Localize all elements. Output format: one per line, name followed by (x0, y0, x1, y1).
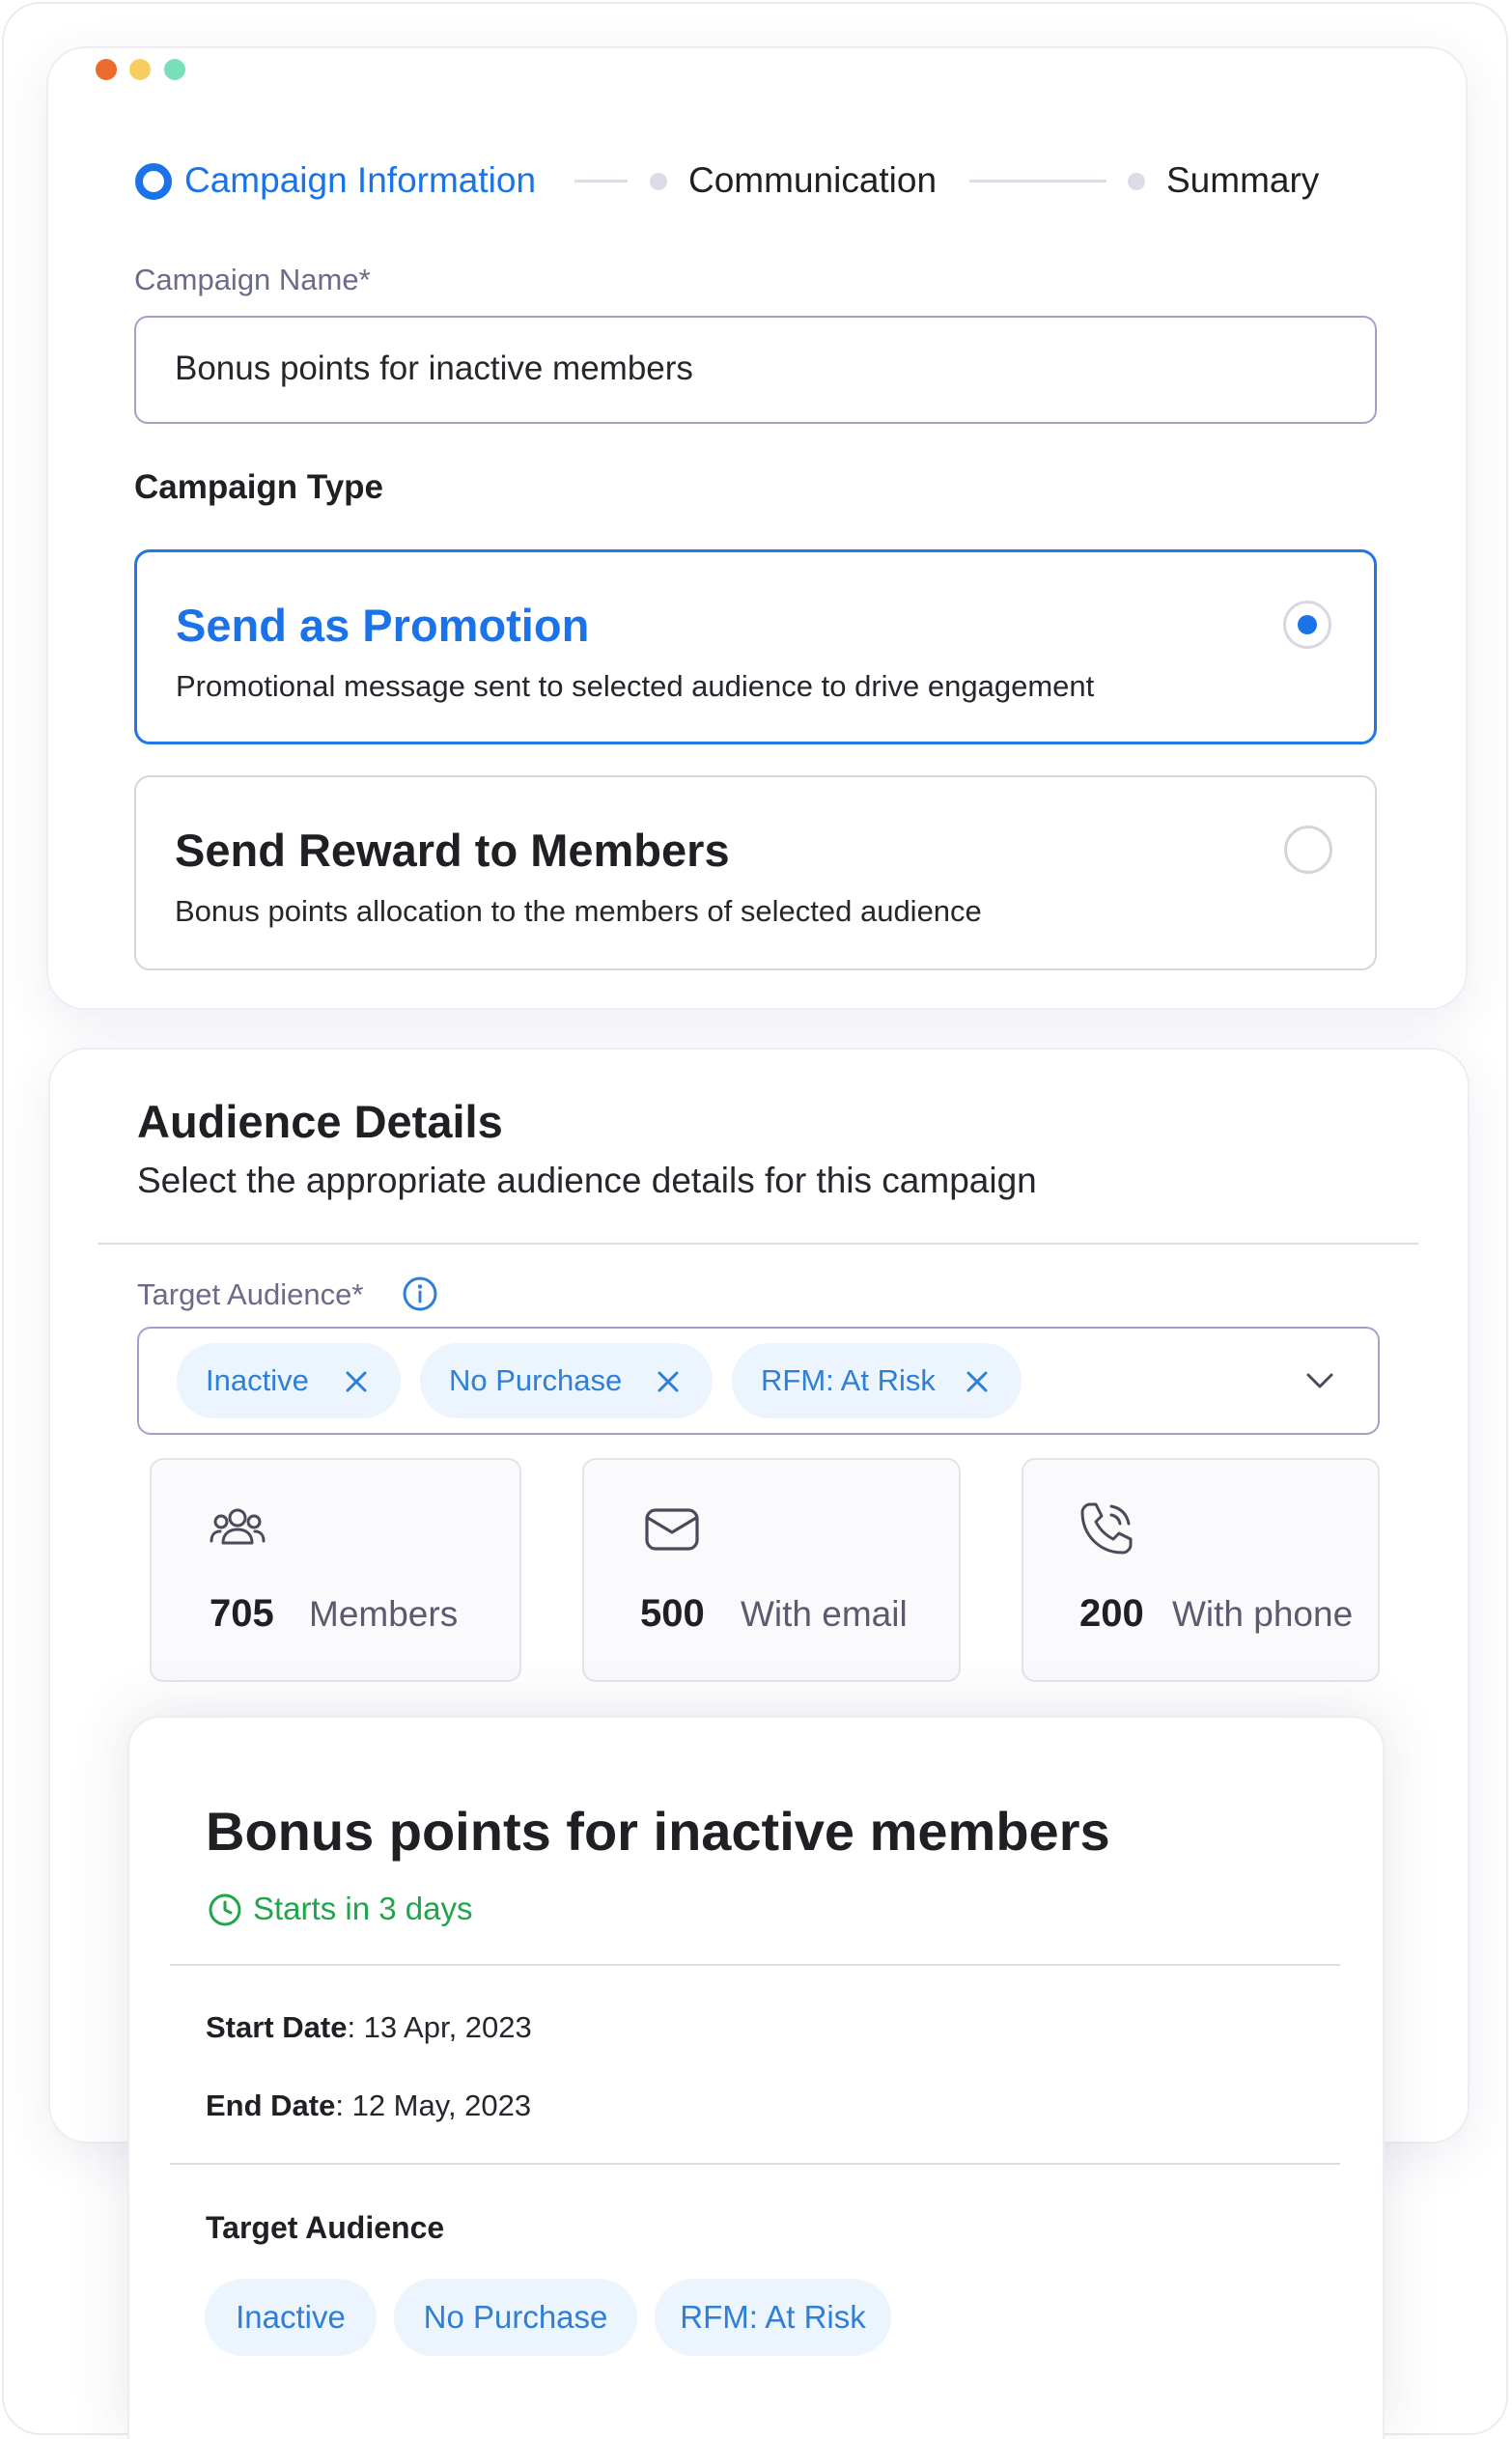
start-date-label: Start Date (206, 2010, 348, 2044)
stat-phone: 200 With phone (1022, 1458, 1380, 1682)
campaign-name-value: Bonus points for inactive members (175, 350, 693, 387)
summary-status: Starts in 3 days (253, 1891, 473, 1926)
stat-value: 705 (210, 1592, 274, 1635)
stat-label: Members (309, 1594, 459, 1634)
info-icon[interactable] (402, 1276, 438, 1312)
audience-heading: Audience Details (137, 1096, 503, 1147)
stat-label: With email (741, 1594, 908, 1634)
option-send-reward[interactable]: Send Reward to Members Bonus points allo… (134, 775, 1377, 970)
step-active-icon (135, 163, 172, 200)
target-audience-label: Target Audience* (137, 1277, 364, 1311)
members-icon (210, 1508, 266, 1545)
summary-divider (170, 1964, 1340, 1966)
email-icon (645, 1508, 699, 1551)
summary-audience-tag: RFM: At Risk (655, 2279, 891, 2356)
campaign-type-heading: Campaign Type (134, 468, 384, 506)
summary-audience-tag: No Purchase (394, 2279, 637, 2356)
summary-audience-tag: Inactive (205, 2279, 377, 2356)
radio-selected[interactable] (1283, 601, 1331, 649)
summary-title: Bonus points for inactive members (206, 1801, 1110, 1862)
section-divider (98, 1243, 1418, 1245)
campaign-name-label: Campaign Name* (134, 263, 371, 296)
step-campaign-information[interactable]: Campaign Information (184, 159, 536, 202)
stat-label: With phone (1172, 1594, 1354, 1634)
phone-icon (1080, 1502, 1133, 1555)
audience-chip: RFM: At Risk (732, 1343, 1022, 1418)
window-maximize-dot[interactable] (164, 59, 185, 80)
audience-subheading: Select the appropriate audience details … (137, 1161, 1037, 1200)
start-date-row: Start Date: 13 Apr, 2023 (206, 2010, 532, 2045)
chip-label: No Purchase (449, 1363, 623, 1397)
stat-value: 200 (1079, 1592, 1144, 1635)
step-dot (1128, 173, 1145, 190)
end-date-row: End Date: 12 May, 2023 (206, 2089, 531, 2123)
end-date-value: : 12 May, 2023 (335, 2089, 532, 2122)
step-summary[interactable]: Summary (1166, 159, 1319, 202)
step-dot (650, 173, 667, 190)
start-date-value: : 13 Apr, 2023 (347, 2010, 532, 2044)
chip-label: Inactive (206, 1363, 309, 1397)
stat-members: 705 Members (150, 1458, 521, 1682)
option-send-as-promotion[interactable]: Send as Promotion Promotional message se… (134, 549, 1377, 744)
radio-unselected[interactable] (1284, 826, 1332, 874)
chevron-down-icon[interactable] (1304, 1368, 1335, 1393)
close-icon[interactable] (966, 1370, 989, 1393)
campaign-name-input[interactable]: Bonus points for inactive members (134, 316, 1377, 424)
option-description: Bonus points allocation to the members o… (175, 894, 982, 928)
clock-icon (209, 1893, 241, 1926)
close-icon[interactable] (657, 1370, 680, 1393)
chip-label: RFM: At Risk (761, 1363, 936, 1397)
close-icon[interactable] (345, 1370, 368, 1393)
option-description: Promotional message sent to selected aud… (176, 669, 1095, 703)
step-connector (969, 180, 1106, 182)
summary-target-heading: Target Audience (206, 2210, 445, 2245)
audience-chip: No Purchase (420, 1343, 713, 1418)
summary-divider (170, 2163, 1340, 2165)
window-close-dot[interactable] (96, 59, 117, 80)
step-communication[interactable]: Communication (688, 159, 937, 202)
stat-value: 500 (640, 1592, 705, 1635)
step-connector (574, 180, 628, 182)
option-title: Send Reward to Members (175, 825, 730, 876)
window-minimize-dot[interactable] (129, 59, 151, 80)
audience-chip: Inactive (177, 1343, 401, 1418)
option-title: Send as Promotion (176, 600, 590, 651)
stat-email: 500 With email (582, 1458, 961, 1682)
end-date-label: End Date (206, 2089, 336, 2122)
